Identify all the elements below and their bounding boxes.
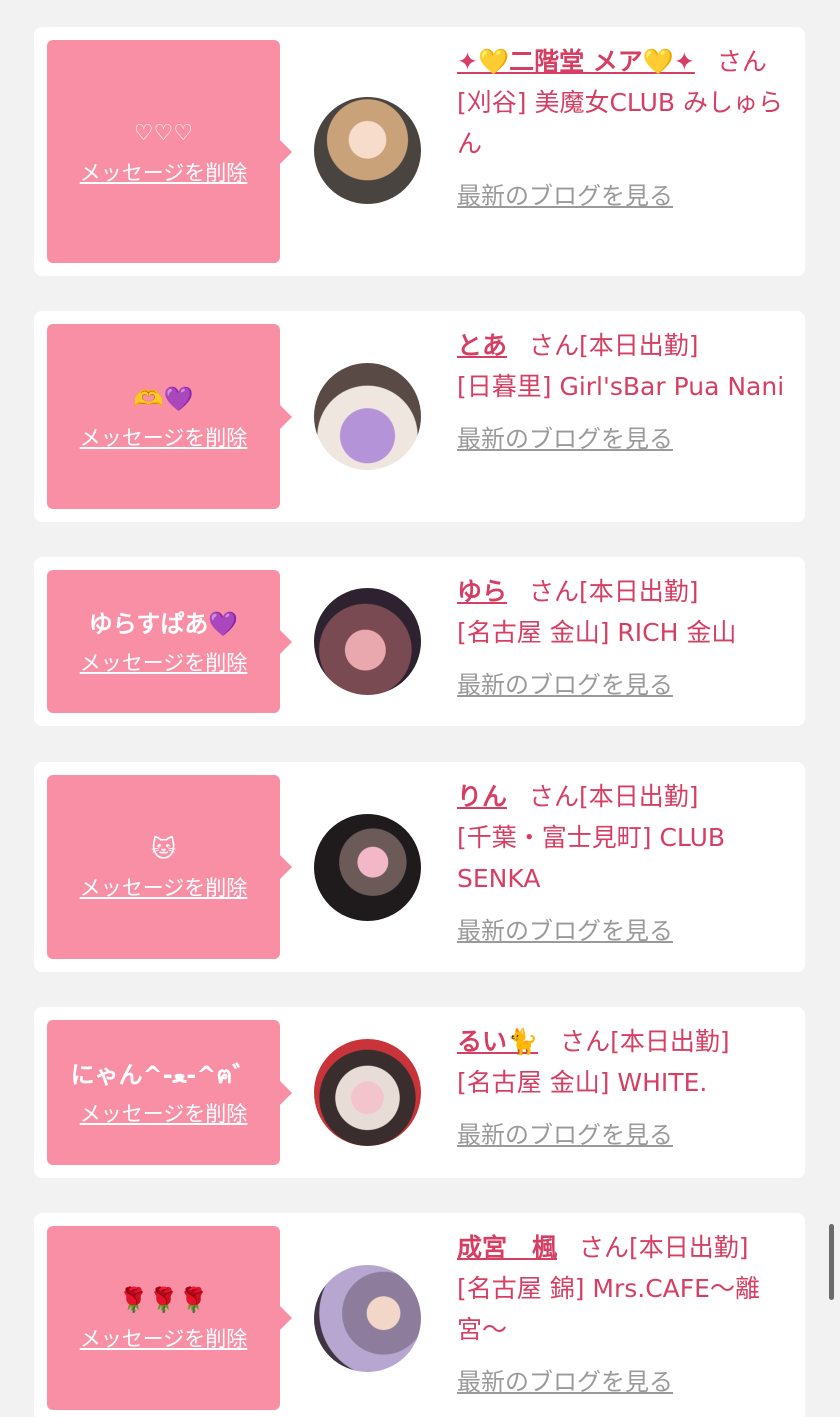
work-status: [本日出勤]	[579, 577, 699, 606]
delete-message-link[interactable]: メッセージを削除	[80, 1325, 248, 1353]
avatar[interactable]	[314, 1265, 421, 1372]
work-status: [本日出勤]	[579, 331, 699, 360]
cast-name-link[interactable]: ゆら	[457, 577, 507, 606]
cast-info: ゆら さん[本日出勤] [名古屋 金山] RICH 金山 最新のブログを見る	[457, 571, 792, 706]
delete-message-link[interactable]: メッセージを削除	[80, 874, 248, 902]
message-card: 🫶💜 メッセージを削除 とあ さん[本日出勤] [日暮里] Girl'sBar P…	[34, 311, 805, 522]
delete-message-link[interactable]: メッセージを削除	[80, 424, 248, 452]
message-card: ♡♡♡ メッセージを削除 ✦💛二階堂 メア💛✦ さん [刈谷] 美魔女CLUB み…	[34, 27, 805, 276]
message-card: 🌹🌹🌹 メッセージを削除 成宮 楓さん[本日出勤] [名古屋 錦] Mrs.CA…	[34, 1213, 805, 1417]
delete-message-link[interactable]: メッセージを削除	[80, 649, 248, 677]
message-bubble: 🌹🌹🌹 メッセージを削除	[47, 1226, 292, 1410]
avatar[interactable]	[314, 363, 421, 470]
cast-name-link[interactable]: るい🐈	[457, 1027, 538, 1056]
honorific: さん	[529, 782, 580, 811]
latest-blog-link[interactable]: 最新のブログを見る	[457, 665, 792, 706]
message-bubble: にゃん^-ﻌ-^ฅ゛ メッセージを削除	[47, 1020, 292, 1165]
honorific: さん	[529, 331, 580, 360]
cast-info: とあ さん[本日出勤] [日暮里] Girl'sBar Pua Nani 最新のブ…	[457, 325, 792, 460]
work-status: [本日出勤]	[579, 782, 699, 811]
work-status: [本日出勤]	[610, 1027, 730, 1056]
shop-name: [名古屋 金山] WHITE.	[457, 1068, 708, 1097]
message-text: 🫶💜	[133, 384, 194, 413]
honorific: さん	[579, 1233, 630, 1262]
message-text: にゃん^-ﻌ-^ฅ゛	[70, 1060, 257, 1089]
message-bubble: ゆらすぱあ💜 メッセージを削除	[47, 570, 292, 713]
message-text: 🐱	[150, 835, 177, 863]
shop-name: [名古屋 錦] Mrs.CAFE〜離宮〜	[457, 1274, 760, 1344]
delete-message-link[interactable]: メッセージを削除	[80, 159, 248, 187]
cast-name-link[interactable]: りん	[457, 782, 507, 811]
shop-name: [日暮里] Girl'sBar Pua Nani	[457, 372, 785, 401]
avatar[interactable]	[314, 97, 421, 204]
cast-info: 成宮 楓さん[本日出勤] [名古屋 錦] Mrs.CAFE〜離宮〜 最新のブログ…	[457, 1227, 792, 1403]
cast-info: ✦💛二階堂 メア💛✦ さん [刈谷] 美魔女CLUB みしゅらん 最新のブログを見…	[457, 41, 792, 217]
honorific: さん	[529, 577, 580, 606]
cast-name-link[interactable]: とあ	[457, 331, 507, 360]
message-list-page: ♡♡♡ メッセージを削除 ✦💛二階堂 メア💛✦ さん [刈谷] 美魔女CLUB み…	[0, 0, 840, 1417]
latest-blog-link[interactable]: 最新のブログを見る	[457, 419, 792, 460]
avatar[interactable]	[314, 814, 421, 921]
avatar[interactable]	[314, 1039, 421, 1146]
message-text: 🌹🌹🌹	[118, 1286, 209, 1314]
cast-info: りん さん[本日出勤] [千葉・富士見町] CLUB SENKA 最新のブログを見…	[457, 776, 792, 952]
delete-message-link[interactable]: メッセージを削除	[80, 1100, 248, 1128]
latest-blog-link[interactable]: 最新のブログを見る	[457, 1115, 792, 1156]
message-card: 🐱 メッセージを削除 りん さん[本日出勤] [千葉・富士見町] CLUB SEN…	[34, 762, 805, 972]
work-status: [本日出勤]	[629, 1233, 749, 1262]
message-text: ♡♡♡	[133, 120, 194, 146]
latest-blog-link[interactable]: 最新のブログを見る	[457, 911, 792, 952]
cast-name-link[interactable]: 成宮 楓	[457, 1233, 557, 1262]
message-card: にゃん^-ﻌ-^ฅ゛ メッセージを削除 るい🐈 さん[本日出勤] [名古屋 金山]…	[34, 1007, 805, 1178]
shop-name: [千葉・富士見町] CLUB SENKA	[457, 823, 726, 893]
cast-info: るい🐈 さん[本日出勤] [名古屋 金山] WHITE. 最新のブログを見る	[457, 1021, 792, 1156]
shop-name: [名古屋 金山] RICH 金山	[457, 618, 737, 647]
honorific: さん	[560, 1027, 611, 1056]
message-text: ゆらすぱあ💜	[88, 609, 239, 638]
honorific: さん	[716, 47, 767, 76]
vertical-scrollbar[interactable]	[829, 1224, 834, 1300]
latest-blog-link[interactable]: 最新のブログを見る	[457, 1362, 792, 1403]
message-bubble: ♡♡♡ メッセージを削除	[47, 40, 292, 263]
latest-blog-link[interactable]: 最新のブログを見る	[457, 176, 792, 217]
avatar[interactable]	[314, 588, 421, 695]
message-bubble: 🐱 メッセージを削除	[47, 775, 292, 959]
message-card: ゆらすぱあ💜 メッセージを削除 ゆら さん[本日出勤] [名古屋 金山] RICH…	[34, 557, 805, 726]
cast-name-link[interactable]: ✦💛二階堂 メア💛✦	[457, 47, 695, 76]
message-bubble: 🫶💜 メッセージを削除	[47, 324, 292, 509]
shop-name: [刈谷] 美魔女CLUB みしゅらん	[457, 88, 783, 158]
